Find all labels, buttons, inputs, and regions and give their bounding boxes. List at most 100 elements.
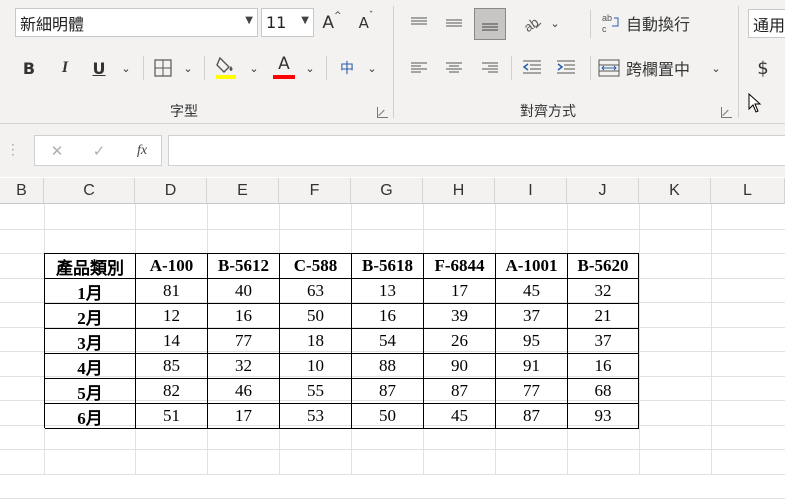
table-cell[interactable]: 90 bbox=[424, 354, 496, 379]
font-dialog-launcher-icon[interactable] bbox=[377, 107, 388, 118]
table-cell[interactable]: 17 bbox=[424, 279, 496, 304]
merge-center-button[interactable]: 跨欄置中 bbox=[598, 53, 702, 83]
table-cell[interactable]: 50 bbox=[352, 404, 424, 429]
fill-color-button[interactable] bbox=[212, 52, 240, 82]
font-color-dropdown[interactable]: ⌄ bbox=[302, 54, 318, 82]
merge-center-dropdown[interactable]: ⌄ bbox=[708, 53, 724, 83]
phonetic-guide-button[interactable]: 中 bbox=[334, 54, 360, 82]
alignment-dialog-launcher-icon[interactable] bbox=[721, 107, 732, 118]
fill-color-dropdown[interactable]: ⌄ bbox=[246, 54, 262, 82]
table-cell[interactable]: 93 bbox=[568, 404, 639, 429]
number-format-combo[interactable]: 通用 bbox=[748, 9, 785, 38]
row-label-cell[interactable]: 2月 bbox=[45, 304, 136, 329]
column-header-c[interactable]: C bbox=[44, 178, 135, 204]
table-cell[interactable]: 16 bbox=[208, 304, 280, 329]
column-header-k[interactable]: K bbox=[639, 178, 711, 204]
table-cell[interactable]: 87 bbox=[424, 379, 496, 404]
table-cell[interactable]: 13 bbox=[352, 279, 424, 304]
table-cell[interactable]: 26 bbox=[424, 329, 496, 354]
italic-button[interactable]: I bbox=[52, 54, 78, 82]
column-header-f[interactable]: F bbox=[279, 178, 351, 204]
table-cell[interactable]: 14 bbox=[136, 329, 208, 354]
align-bottom-button[interactable] bbox=[474, 8, 506, 40]
table-header-cell[interactable]: F-6844 bbox=[424, 254, 496, 279]
row-label-cell[interactable]: 5月 bbox=[45, 379, 136, 404]
table-header-cell[interactable]: 產品類別 bbox=[45, 254, 136, 279]
align-center-button[interactable] bbox=[440, 53, 468, 83]
table-cell[interactable]: 85 bbox=[136, 354, 208, 379]
table-cell[interactable]: 46 bbox=[208, 379, 280, 404]
table-cell[interactable]: 21 bbox=[568, 304, 639, 329]
table-cell[interactable]: 77 bbox=[496, 379, 568, 404]
table-cell[interactable]: 87 bbox=[496, 404, 568, 429]
phonetic-dropdown[interactable]: ⌄ bbox=[364, 54, 380, 82]
column-header-h[interactable]: H bbox=[423, 178, 495, 204]
table-cell[interactable]: 91 bbox=[496, 354, 568, 379]
orientation-button[interactable]: ab bbox=[518, 8, 546, 38]
table-cell[interactable]: 16 bbox=[568, 354, 639, 379]
align-right-button[interactable] bbox=[476, 53, 504, 83]
insert-function-button[interactable]: fx bbox=[131, 140, 153, 162]
table-cell[interactable]: 50 bbox=[280, 304, 352, 329]
table-header-cell[interactable]: B-5620 bbox=[568, 254, 639, 279]
table-cell[interactable]: 81 bbox=[136, 279, 208, 304]
table-cell[interactable]: 32 bbox=[568, 279, 639, 304]
column-header-b[interactable]: B bbox=[0, 178, 44, 204]
decrease-indent-button[interactable] bbox=[518, 53, 546, 83]
table-cell[interactable]: 82 bbox=[136, 379, 208, 404]
table-header-cell[interactable]: A-100 bbox=[136, 254, 208, 279]
wrap-text-button[interactable]: ab c 自動換行 bbox=[600, 8, 722, 38]
row-label-cell[interactable]: 3月 bbox=[45, 329, 136, 354]
table-header-cell[interactable]: B-5618 bbox=[352, 254, 424, 279]
grow-font-button[interactable]: A ^ bbox=[320, 10, 344, 36]
table-cell[interactable]: 63 bbox=[280, 279, 352, 304]
table-cell[interactable]: 39 bbox=[424, 304, 496, 329]
table-cell[interactable]: 17 bbox=[208, 404, 280, 429]
font-name-combo[interactable]: 新細明體 ▼ bbox=[15, 8, 258, 37]
borders-button[interactable] bbox=[150, 54, 176, 82]
cancel-button[interactable]: ✕ bbox=[47, 140, 67, 162]
column-header-e[interactable]: E bbox=[207, 178, 279, 204]
align-top-button[interactable] bbox=[405, 8, 433, 38]
column-header-d[interactable]: D bbox=[135, 178, 207, 204]
font-size-combo[interactable]: 11 ▼ bbox=[261, 8, 314, 37]
row-label-cell[interactable]: 4月 bbox=[45, 354, 136, 379]
column-header-i[interactable]: I bbox=[495, 178, 567, 204]
shrink-font-button[interactable]: Aˇ bbox=[354, 10, 378, 36]
table-cell[interactable]: 87 bbox=[352, 379, 424, 404]
table-cell[interactable]: 18 bbox=[280, 329, 352, 354]
table-cell[interactable]: 51 bbox=[136, 404, 208, 429]
table-cell[interactable]: 45 bbox=[424, 404, 496, 429]
borders-dropdown[interactable]: ⌄ bbox=[180, 54, 196, 82]
table-cell[interactable]: 53 bbox=[280, 404, 352, 429]
table-cell[interactable]: 16 bbox=[352, 304, 424, 329]
column-header-j[interactable]: J bbox=[567, 178, 639, 204]
table-cell[interactable]: 95 bbox=[496, 329, 568, 354]
row-label-cell[interactable]: 6月 bbox=[45, 404, 136, 429]
font-color-button[interactable]: A bbox=[270, 52, 298, 82]
increase-indent-button[interactable] bbox=[552, 53, 580, 83]
table-cell[interactable]: 54 bbox=[352, 329, 424, 354]
table-header-cell[interactable]: B-5612 bbox=[208, 254, 280, 279]
table-cell[interactable]: 37 bbox=[568, 329, 639, 354]
formula-input[interactable] bbox=[168, 135, 785, 166]
table-cell[interactable]: 55 bbox=[280, 379, 352, 404]
table-header-cell[interactable]: C-588 bbox=[280, 254, 352, 279]
table-cell[interactable]: 10 bbox=[280, 354, 352, 379]
orientation-dropdown[interactable]: ⌄ bbox=[547, 8, 563, 38]
underline-button[interactable]: U bbox=[86, 54, 112, 82]
table-header-cell[interactable]: A-1001 bbox=[496, 254, 568, 279]
column-header-g[interactable]: G bbox=[351, 178, 423, 204]
table-cell[interactable]: 32 bbox=[208, 354, 280, 379]
column-header-l[interactable]: L bbox=[711, 178, 785, 204]
enter-button[interactable]: ✓ bbox=[89, 140, 109, 162]
bold-button[interactable]: B bbox=[16, 54, 42, 82]
table-cell[interactable]: 77 bbox=[208, 329, 280, 354]
table-cell[interactable]: 37 bbox=[496, 304, 568, 329]
align-left-button[interactable] bbox=[405, 53, 433, 83]
underline-dropdown[interactable]: ⌄ bbox=[118, 54, 134, 82]
accounting-format-button[interactable]: $ bbox=[750, 53, 776, 83]
table-cell[interactable]: 68 bbox=[568, 379, 639, 404]
table-cell[interactable]: 12 bbox=[136, 304, 208, 329]
table-cell[interactable]: 45 bbox=[496, 279, 568, 304]
